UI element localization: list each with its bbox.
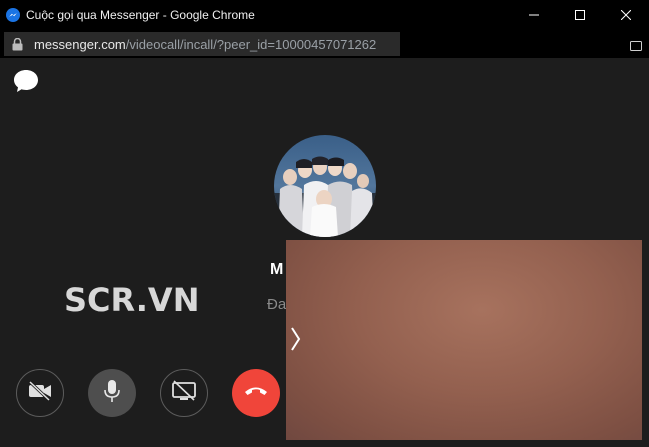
call-stage: M Đa SCR.VN — [0, 58, 649, 447]
lock-icon[interactable] — [12, 37, 23, 56]
url-field[interactable]: messenger.com/videocall/incall/?peer_id=… — [4, 32, 400, 56]
caller-avatar — [274, 135, 376, 237]
chat-bubble-icon[interactable] — [12, 68, 40, 99]
phone-hangup-icon — [244, 384, 268, 402]
cast-icon[interactable] — [630, 38, 642, 56]
close-button[interactable] — [603, 0, 649, 30]
window-title: Cuộc gọi qua Messenger - Google Chrome — [26, 8, 255, 22]
url-path: /videocall/incall/?peer_id=1000045707126… — [125, 37, 377, 52]
camera-toggle-button[interactable] — [16, 369, 64, 417]
watermark: SCR.VN — [64, 281, 200, 319]
self-video-preview[interactable] — [286, 240, 642, 440]
messenger-icon — [6, 8, 20, 22]
screen-share-off-icon — [171, 379, 197, 407]
window-titlebar: Cuộc gọi qua Messenger - Google Chrome — [0, 0, 649, 30]
address-bar: messenger.com/videocall/incall/?peer_id=… — [0, 30, 649, 58]
caller-name: M — [270, 261, 284, 278]
minimize-button[interactable] — [511, 0, 557, 30]
camera-off-icon — [27, 380, 53, 406]
maximize-button[interactable] — [557, 0, 603, 30]
end-call-button[interactable] — [232, 369, 280, 417]
microphone-icon — [103, 379, 121, 408]
screen-share-toggle-button[interactable] — [160, 369, 208, 417]
mic-toggle-button[interactable] — [88, 369, 136, 417]
url-host: messenger.com — [34, 37, 126, 52]
chevron-right-icon[interactable] — [290, 326, 302, 357]
url-text: messenger.com/videocall/incall/?peer_id=… — [34, 37, 376, 52]
call-status: Đa — [267, 296, 287, 313]
